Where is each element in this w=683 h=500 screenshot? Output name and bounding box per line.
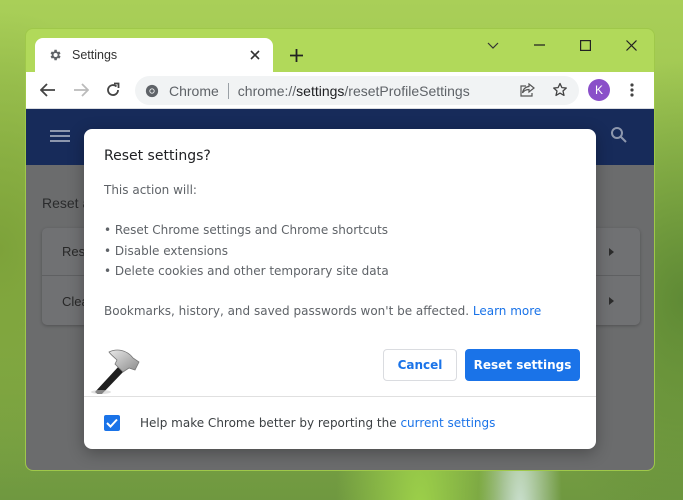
site-label: Chrome bbox=[169, 82, 219, 99]
dialog-note: Bookmarks, history, and saved passwords … bbox=[104, 304, 541, 318]
back-button[interactable] bbox=[36, 78, 60, 102]
minimize-icon bbox=[533, 44, 545, 46]
reset-settings-dialog: Reset settings? This action will: • Rese… bbox=[84, 129, 596, 449]
tab-search-button[interactable] bbox=[478, 33, 508, 57]
title-bar: Settings bbox=[26, 29, 654, 72]
url-scheme: chrome:// bbox=[237, 82, 297, 99]
dialog-intro: This action will: bbox=[104, 183, 197, 197]
footer-text: Help make Chrome better by reporting the… bbox=[140, 416, 495, 430]
learn-more-link[interactable]: Learn more bbox=[473, 304, 541, 318]
hamburger-icon[interactable] bbox=[50, 127, 70, 145]
report-settings-checkbox[interactable] bbox=[104, 415, 120, 431]
reload-icon bbox=[107, 82, 120, 96]
profile-avatar[interactable]: K bbox=[588, 79, 610, 101]
more-vert-icon bbox=[630, 83, 634, 97]
url-host: settings bbox=[296, 82, 345, 99]
chevron-down-icon bbox=[487, 42, 499, 49]
checkmark-icon bbox=[106, 418, 118, 428]
chrome-site-icon bbox=[145, 84, 159, 97]
bullet-item: • Delete cookies and other temporary sit… bbox=[104, 264, 389, 278]
reset-settings-button[interactable]: Reset settings bbox=[465, 349, 580, 381]
share-icon bbox=[520, 83, 535, 97]
search-icon bbox=[611, 127, 627, 143]
minimize-button[interactable] bbox=[524, 33, 554, 57]
maximize-button[interactable] bbox=[570, 33, 600, 57]
reload-button[interactable] bbox=[101, 78, 125, 102]
star-icon bbox=[553, 82, 567, 97]
plus-icon bbox=[289, 48, 303, 62]
arrow-right-icon bbox=[609, 247, 614, 256]
chrome-menu-button[interactable] bbox=[624, 78, 640, 102]
maximize-icon bbox=[579, 39, 591, 51]
url-path: /resetProfileSettings bbox=[344, 82, 470, 99]
arrow-right-icon bbox=[609, 297, 614, 305]
bookmark-button[interactable] bbox=[550, 80, 570, 100]
arrow-left-icon bbox=[40, 83, 55, 97]
browser-toolbar: Chrome chrome:// settings /resetProfileS… bbox=[26, 72, 654, 109]
bullet-item: • Disable extensions bbox=[104, 244, 228, 258]
share-button[interactable] bbox=[518, 80, 538, 100]
forward-button[interactable] bbox=[69, 78, 93, 102]
address-bar[interactable]: Chrome chrome:// settings /resetProfileS… bbox=[135, 76, 579, 105]
separator bbox=[227, 82, 229, 99]
new-tab-button[interactable] bbox=[284, 43, 308, 67]
dialog-title: Reset settings? bbox=[104, 148, 211, 164]
close-icon bbox=[625, 39, 637, 51]
dialog-footer: Help make Chrome better by reporting the… bbox=[84, 397, 596, 449]
close-window-button[interactable] bbox=[616, 33, 646, 57]
note-text: Bookmarks, history, and saved passwords … bbox=[104, 304, 470, 318]
cancel-button[interactable]: Cancel bbox=[383, 349, 457, 381]
gear-icon bbox=[47, 47, 63, 63]
hammer-icon bbox=[91, 349, 140, 394]
tab-title: Settings bbox=[72, 48, 118, 62]
footer-label: Help make Chrome better by reporting the bbox=[140, 416, 397, 430]
bullet-item: • Reset Chrome settings and Chrome short… bbox=[104, 223, 389, 237]
close-tab-icon[interactable] bbox=[245, 45, 265, 65]
arrow-right-icon bbox=[74, 83, 89, 97]
search-button[interactable] bbox=[610, 126, 632, 148]
current-settings-link[interactable]: current settings bbox=[400, 416, 495, 430]
tab-settings[interactable]: Settings bbox=[35, 38, 273, 72]
